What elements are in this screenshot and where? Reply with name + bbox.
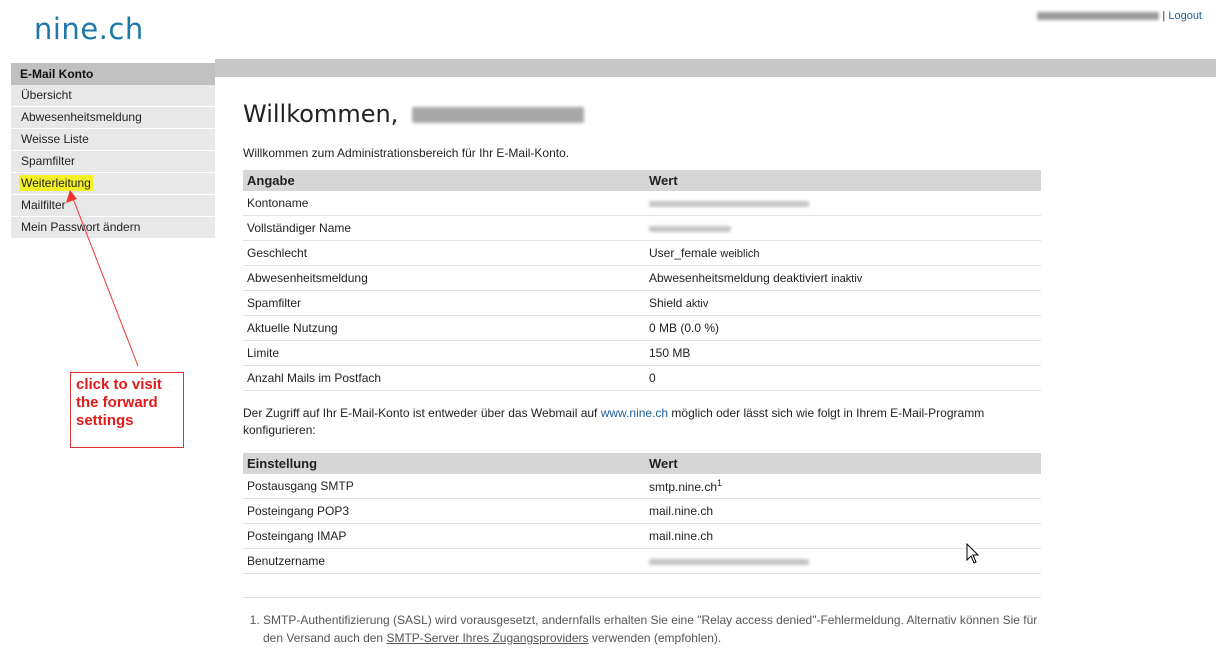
account-table: Angabe Wert Kontoname Vollständiger Name… bbox=[243, 170, 1041, 391]
user-name-blurred bbox=[411, 107, 584, 123]
table-row: Spamfilter Shield aktiv bbox=[243, 290, 1041, 316]
smtp-server: smtp.nine.ch bbox=[649, 480, 718, 494]
row-value: mail.nine.ch bbox=[645, 523, 1041, 549]
logout-link[interactable]: Logout bbox=[1168, 10, 1202, 22]
row-label: Vollständiger Name bbox=[243, 215, 645, 241]
autoreply-value: Abwesenheitsmeldung deaktiviert bbox=[649, 271, 828, 285]
row-value bbox=[645, 191, 1041, 216]
row-label: Abwesenheitsmeldung bbox=[243, 265, 645, 291]
page-title: Willkommen, bbox=[243, 100, 1041, 128]
annotation-line: the forward bbox=[76, 394, 158, 411]
top-bar bbox=[215, 59, 1216, 77]
spamfilter-status: aktiv bbox=[685, 298, 709, 310]
username-blurred bbox=[649, 559, 809, 565]
main-content: Willkommen, Willkommen zum Administratio… bbox=[243, 100, 1041, 647]
row-value: 0 MB (0.0 %) bbox=[645, 315, 1041, 341]
footnote-marker: 1 bbox=[717, 478, 723, 488]
table-row: Aktuelle Nutzung 0 MB (0.0 %) bbox=[243, 315, 1041, 341]
sidebar-item-spamfilter[interactable]: Spamfilter bbox=[11, 151, 215, 173]
table-row: Posteingang IMAP mail.nine.ch bbox=[243, 523, 1041, 549]
sidebar: E-Mail Konto Übersicht Abwesenheitsmeldu… bbox=[11, 63, 215, 239]
account-name-blurred bbox=[649, 201, 809, 207]
footnote-item: SMTP-Authentifizierung (SASL) wird vorau… bbox=[263, 611, 1041, 647]
account-email-blurred bbox=[1037, 12, 1160, 21]
page-title-text: Willkommen, bbox=[243, 100, 399, 128]
table-row: Posteingang POP3 mail.nine.ch bbox=[243, 498, 1041, 524]
nine-logo[interactable]: nine.ch bbox=[34, 12, 144, 46]
sidebar-item-uebersicht[interactable]: Übersicht bbox=[11, 85, 215, 107]
annotation-line: settings bbox=[76, 412, 134, 429]
annotation-line: click to visit bbox=[76, 376, 162, 393]
row-value: 150 MB bbox=[645, 340, 1041, 366]
sidebar-title: E-Mail Konto bbox=[11, 63, 215, 85]
row-value: Abwesenheitsmeldung deaktiviert inaktiv bbox=[645, 265, 1041, 291]
autoreply-status: inaktiv bbox=[831, 273, 863, 285]
footnotes: SMTP-Authentifizierung (SASL) wird vorau… bbox=[243, 597, 1041, 647]
table-row: Geschlecht User_female weiblich bbox=[243, 240, 1041, 266]
row-value bbox=[645, 548, 1041, 574]
row-value: 0 bbox=[645, 365, 1041, 391]
webmail-link[interactable]: www.nine.ch bbox=[601, 406, 668, 420]
mouse-cursor-icon bbox=[966, 543, 980, 564]
table-row: Vollständiger Name bbox=[243, 215, 1041, 241]
userbar-separator: | bbox=[1162, 10, 1166, 22]
row-label: Kontoname bbox=[243, 191, 645, 216]
row-value bbox=[645, 215, 1041, 241]
column-header: Wert bbox=[645, 453, 1041, 474]
row-value: User_female weiblich bbox=[645, 240, 1041, 266]
row-label: Benutzername bbox=[243, 548, 645, 574]
sidebar-item-weisse-liste[interactable]: Weisse Liste bbox=[11, 129, 215, 151]
row-value: Shield aktiv bbox=[645, 290, 1041, 316]
annotation-callout: click to visit the forward settings bbox=[70, 372, 184, 448]
row-label: Aktuelle Nutzung bbox=[243, 315, 645, 341]
row-label: Postausgang SMTP bbox=[243, 474, 645, 499]
settings-table: Einstellung Wert Postausgang SMTP smtp.n… bbox=[243, 453, 1041, 574]
sidebar-item-weiterleitung[interactable]: Weiterleitung bbox=[11, 173, 215, 195]
smtp-provider-link[interactable]: SMTP-Server Ihres Zugangsproviders bbox=[386, 631, 588, 645]
row-label: Posteingang IMAP bbox=[243, 523, 645, 549]
row-label: Anzahl Mails im Postfach bbox=[243, 365, 645, 391]
gender-value: User_female bbox=[649, 246, 718, 260]
table-row: Kontoname bbox=[243, 191, 1041, 216]
table-row: Anzahl Mails im Postfach 0 bbox=[243, 365, 1041, 391]
full-name-blurred bbox=[649, 226, 731, 232]
row-label: Geschlecht bbox=[243, 240, 645, 266]
row-label: Posteingang POP3 bbox=[243, 498, 645, 524]
table-row: Postausgang SMTP smtp.nine.ch1 bbox=[243, 474, 1041, 499]
column-header: Angabe bbox=[243, 170, 645, 191]
gender-status: weiblich bbox=[720, 248, 760, 260]
sidebar-item-passwort-aendern[interactable]: Mein Passwort ändern bbox=[11, 217, 215, 239]
row-value: smtp.nine.ch1 bbox=[645, 474, 1041, 499]
intro-text: Willkommen zum Administrationsbereich fü… bbox=[243, 146, 570, 160]
column-header: Einstellung bbox=[243, 453, 645, 474]
access-paragraph: Der Zugriff auf Ihr E-Mail-Konto ist ent… bbox=[243, 406, 985, 437]
user-bar: | Logout bbox=[1037, 10, 1202, 22]
row-label: Limite bbox=[243, 340, 645, 366]
sidebar-item-abwesenheitsmeldung[interactable]: Abwesenheitsmeldung bbox=[11, 107, 215, 129]
table-row: Limite 150 MB bbox=[243, 340, 1041, 366]
spamfilter-value: Shield bbox=[649, 296, 683, 310]
table-row: Benutzername bbox=[243, 548, 1041, 574]
sidebar-item-mailfilter[interactable]: Mailfilter bbox=[11, 195, 215, 217]
row-value: mail.nine.ch bbox=[645, 498, 1041, 524]
column-header: Wert bbox=[645, 170, 1041, 191]
table-row: Abwesenheitsmeldung Abwesenheitsmeldung … bbox=[243, 265, 1041, 291]
row-label: Spamfilter bbox=[243, 290, 645, 316]
